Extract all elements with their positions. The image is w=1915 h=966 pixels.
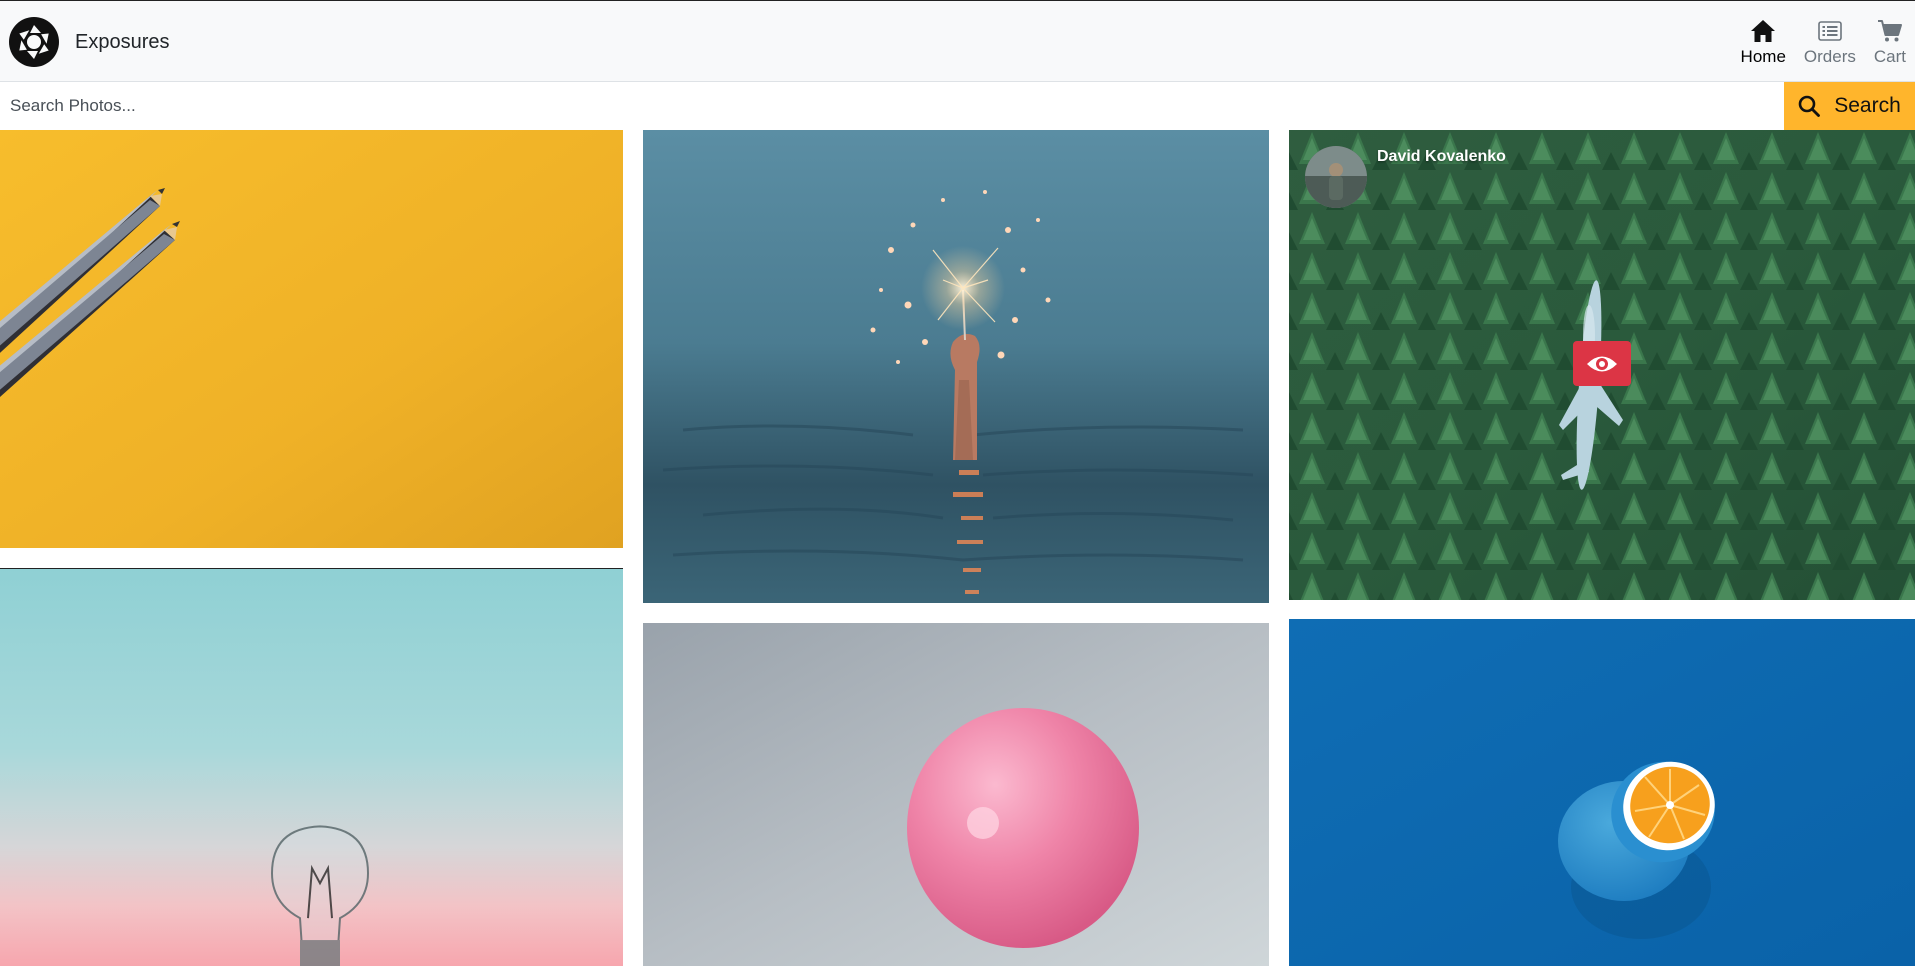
photographer-name[interactable]: David Kovalenko (1377, 148, 1506, 166)
nav-item-cart[interactable]: Cart (1865, 1, 1915, 83)
navbar: Exposures Home Orders Cart (0, 0, 1915, 82)
brand-name: Exposures (75, 30, 170, 53)
view-photo-button[interactable] (1573, 341, 1631, 386)
photo-lightbulb-image (0, 569, 623, 966)
list-icon (1818, 21, 1842, 41)
nav-item-label: Orders (1803, 47, 1856, 66)
camera-aperture-logo-icon (9, 17, 59, 67)
photo-card-pencils[interactable] (0, 130, 623, 548)
home-icon (1751, 20, 1776, 42)
search-icon (1798, 95, 1821, 117)
nav-item-label: Cart (1873, 47, 1906, 66)
brand[interactable]: Exposures (8, 16, 170, 68)
photographer-avatar[interactable] (1305, 146, 1367, 208)
eye-icon (1587, 356, 1617, 371)
photo-card-balloon[interactable] (643, 623, 1269, 966)
photo-card-forest[interactable]: David Kovalenko (1289, 130, 1915, 600)
search-bar: Search (0, 82, 1915, 130)
search-input[interactable] (0, 82, 1784, 130)
photo-sparkler-image (643, 130, 1269, 603)
photographer-avatar-image (1305, 146, 1367, 208)
photo-card-lightbulb[interactable] (0, 568, 623, 966)
nav-item-orders[interactable]: Orders (1795, 1, 1865, 83)
nav-item-label: Home (1740, 47, 1786, 66)
photo-card-sparkler[interactable] (643, 130, 1269, 603)
nav-item-home[interactable]: Home (1732, 1, 1795, 83)
nav-links: Home Orders Cart (1732, 1, 1915, 83)
search-button-label: Search (1834, 94, 1901, 117)
photo-orange-image (1289, 619, 1915, 966)
cart-icon (1877, 20, 1902, 42)
photo-pencils-image (0, 130, 623, 548)
photo-balloon-image (643, 623, 1269, 966)
photo-card-orange[interactable] (1289, 619, 1915, 966)
search-button[interactable]: Search (1784, 82, 1915, 130)
